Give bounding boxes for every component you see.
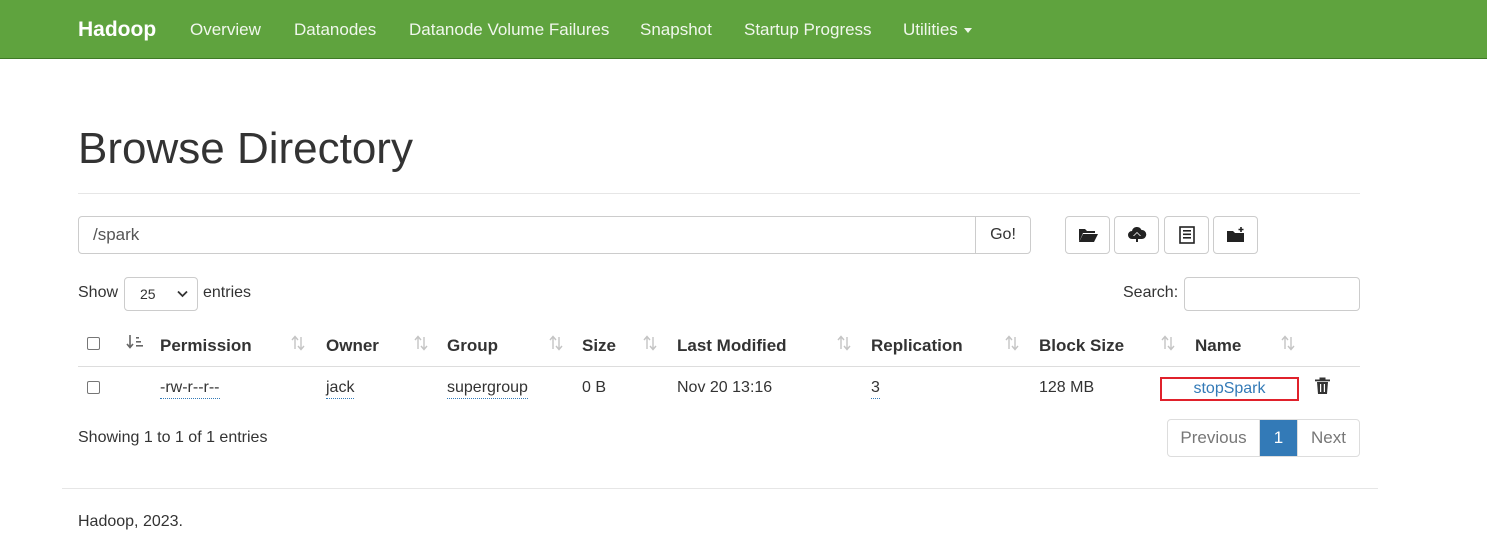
upload-icon	[1127, 226, 1146, 243]
chevron-down-icon	[177, 290, 188, 298]
upload-button[interactable]	[1114, 216, 1159, 254]
new-folder-icon	[1226, 227, 1244, 242]
select-all-checkbox[interactable]	[87, 337, 100, 350]
row-checkbox[interactable]	[87, 381, 100, 394]
list-view-button[interactable]	[1164, 216, 1209, 254]
page-title: Browse Directory	[78, 124, 413, 173]
sort-icon[interactable]	[549, 335, 563, 351]
group-cell[interactable]: supergroup	[447, 379, 528, 399]
nav-datanode-volume-failures[interactable]: Datanode Volume Failures	[409, 20, 609, 40]
sort-icon[interactable]	[1161, 335, 1175, 351]
brand-link[interactable]: Hadoop	[78, 18, 156, 42]
show-label: Show	[78, 284, 119, 301]
trash-icon[interactable]	[1314, 377, 1331, 395]
column-header-owner[interactable]: Owner	[326, 336, 379, 356]
sort-icon[interactable]	[837, 335, 851, 351]
caret-down-icon	[963, 28, 972, 34]
block-size-cell: 128 MB	[1039, 379, 1095, 396]
title-divider	[78, 193, 1360, 194]
entries-label: entries	[203, 284, 252, 301]
nav-snapshot[interactable]: Snapshot	[640, 20, 712, 40]
create-directory-button[interactable]	[1213, 216, 1258, 254]
pagination: Previous 1 Next	[1167, 419, 1360, 457]
search-label: Search:	[1123, 284, 1179, 301]
top-navbar: Hadoop Overview Datanodes Datanode Volum…	[0, 0, 1487, 59]
column-header-block-size[interactable]: Block Size	[1039, 336, 1124, 356]
permission-cell[interactable]: -rw-r--r--	[160, 379, 220, 399]
open-folder-icon	[1078, 229, 1098, 242]
column-header-group[interactable]: Group	[447, 336, 498, 356]
footer-text: Hadoop, 2023.	[78, 513, 183, 530]
path-input-group: Go!	[78, 216, 1031, 254]
last-modified-cell: Nov 20 13:16	[677, 379, 773, 396]
column-header-size[interactable]: Size	[582, 336, 616, 356]
sort-icon[interactable]	[1281, 335, 1295, 351]
next-page-button[interactable]: Next	[1297, 420, 1359, 456]
sort-icon[interactable]	[414, 335, 428, 351]
table-header-divider	[78, 366, 1360, 367]
footer-divider	[62, 488, 1378, 489]
sort-icon[interactable]	[291, 335, 305, 351]
sort-icon[interactable]	[643, 335, 657, 351]
directory-path-input[interactable]	[79, 217, 975, 253]
replication-cell[interactable]: 3	[871, 379, 880, 399]
column-header-last-modified[interactable]: Last Modified	[677, 336, 787, 356]
nav-utilities-label: Utilities	[903, 20, 958, 39]
nav-utilities-dropdown[interactable]: Utilities	[903, 20, 972, 40]
go-button[interactable]: Go!	[975, 217, 1030, 253]
list-icon	[1178, 226, 1195, 244]
entries-per-page-select[interactable]: 25	[124, 277, 198, 311]
entries-select-value: 25	[140, 286, 156, 302]
sort-ascending-icon[interactable]	[126, 334, 144, 350]
file-name-link[interactable]: stopSpark	[1160, 377, 1299, 401]
page-1-button[interactable]: 1	[1260, 420, 1297, 456]
column-header-permission[interactable]: Permission	[160, 336, 252, 356]
size-cell: 0 B	[582, 379, 607, 396]
sort-icon[interactable]	[1005, 335, 1019, 351]
open-directory-button[interactable]	[1065, 216, 1110, 254]
owner-cell[interactable]: jack	[326, 379, 355, 399]
search-input[interactable]	[1184, 277, 1360, 311]
column-header-name[interactable]: Name	[1195, 336, 1241, 356]
nav-overview[interactable]: Overview	[190, 20, 261, 40]
column-header-replication[interactable]: Replication	[871, 336, 963, 356]
nav-startup-progress[interactable]: Startup Progress	[744, 20, 872, 40]
pagination-info: Showing 1 to 1 of 1 entries	[78, 429, 268, 446]
previous-page-button[interactable]: Previous	[1168, 420, 1260, 456]
nav-datanodes[interactable]: Datanodes	[294, 20, 376, 40]
